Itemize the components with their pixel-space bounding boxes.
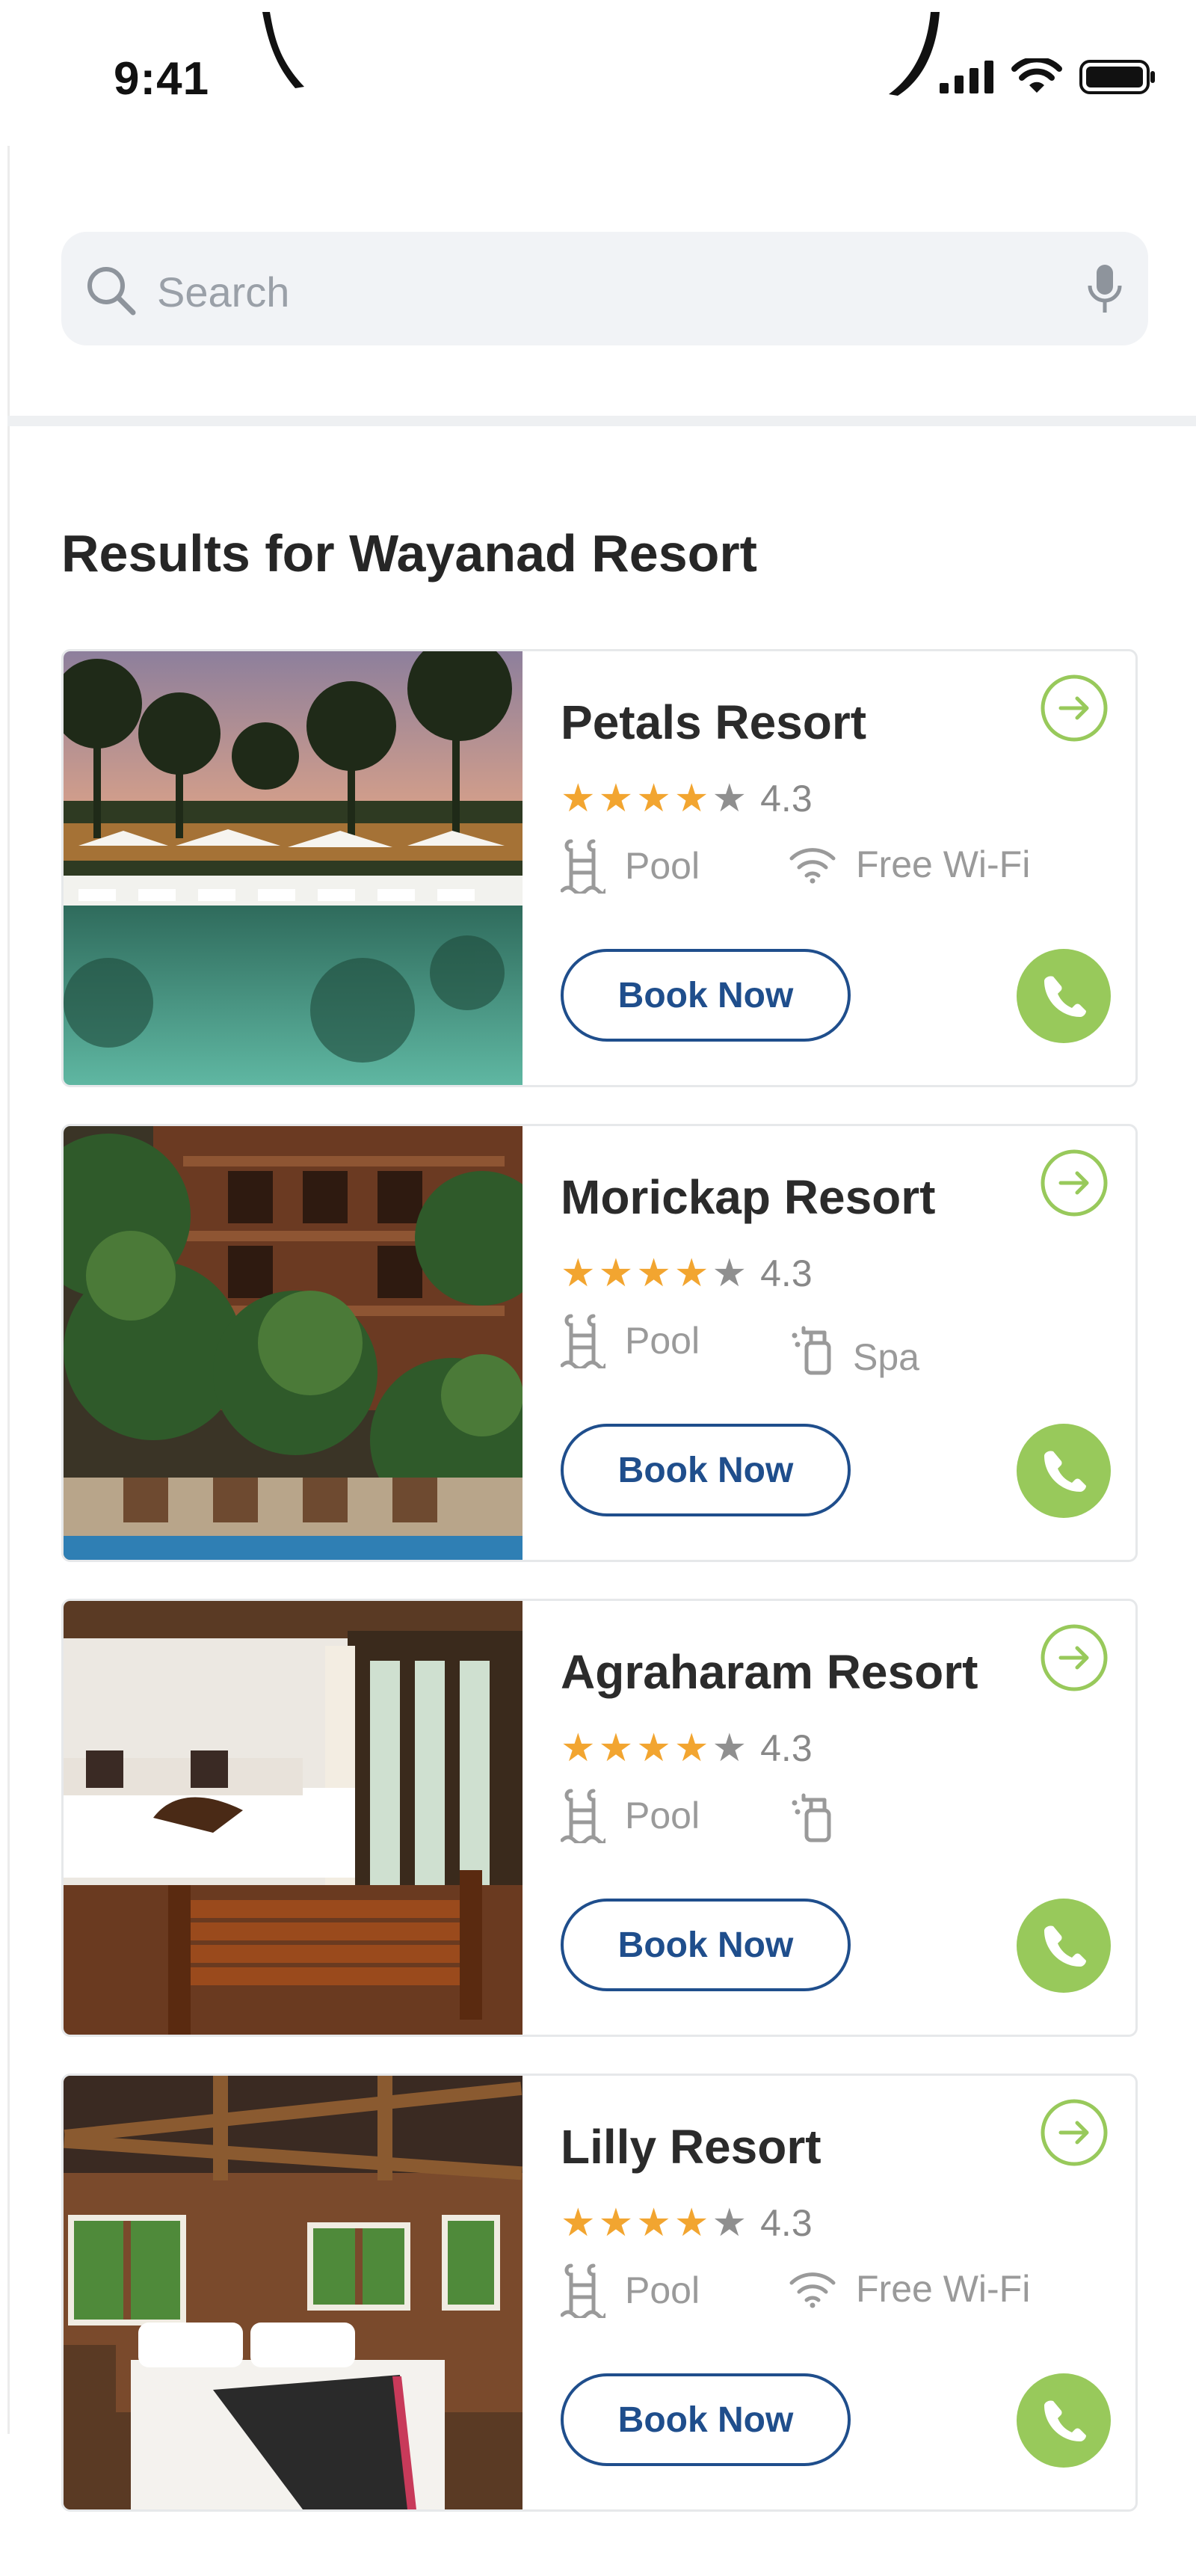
rating: ★ ★ ★ ★ ★ 4.3 [561,1727,813,1770]
wifi-icon [1011,58,1062,93]
star-filled-icon: ★ [598,1727,634,1770]
rating-value: 4.3 [760,2202,813,2244]
search-icon [87,267,136,316]
resort-card[interactable]: Lilly Resort ★ ★ ★ ★ ★ 4.3 Pool Free Wi-… [61,2074,1138,2512]
call-button[interactable] [1017,1899,1111,1993]
amenity-pool: Pool [561,1788,700,1843]
wifi-icon [789,848,836,884]
book-now-button[interactable]: Book Now [561,1424,851,1516]
wifi-icon [789,2272,836,2308]
star-filled-icon: ★ [561,2201,596,2245]
book-now-button[interactable]: Book Now [561,1899,851,1991]
amenity-spa: Spa [789,1318,919,1379]
star-filled-icon: ★ [636,1727,671,1770]
page-edge [7,146,10,2434]
arrow-right-icon[interactable] [1040,1623,1109,1692]
rating-value: 4.3 [760,778,813,820]
star-filled-icon: ★ [673,2201,709,2245]
book-now-button[interactable]: Book Now [561,2373,851,2466]
amenity-label: Pool [625,2269,700,2311]
amenity-label: Spa [853,1336,919,1378]
resort-name[interactable]: Agraharam Resort [561,1644,978,1700]
resort-photo [64,1601,523,2035]
pool-ladder-icon [561,2263,605,2318]
amenity-pool: Pool [561,1313,700,1368]
amenity-label: Free Wi-Fi [856,2268,1031,2310]
star-filled-icon: ★ [561,1252,596,1295]
amenity-label: Pool [625,1320,700,1362]
star-empty-icon: ★ [712,1727,748,1770]
amenity-label: Pool [625,1795,700,1836]
call-button[interactable] [1017,949,1111,1043]
signal-icon [940,61,993,93]
search-placeholder: Search [157,268,290,316]
amenity-label: Pool [625,845,700,887]
star-filled-icon: ★ [673,777,709,820]
spa-icon [792,1326,831,1375]
call-button[interactable] [1017,2373,1111,2468]
star-empty-icon: ★ [712,2201,748,2245]
resort-photo [64,1126,523,1560]
rating: ★ ★ ★ ★ ★ 4.3 [561,1252,813,1295]
spa-icon [792,1793,831,1842]
rating-value: 4.3 [760,1252,813,1294]
star-filled-icon: ★ [561,1727,596,1770]
amenity-wifi: Free Wi-Fi [789,843,1030,886]
notch-curve-right [889,12,940,96]
pool-ladder-icon [561,1789,605,1843]
status-icons [938,58,1156,96]
resort-name[interactable]: Morickap Resort [561,1169,935,1225]
resort-photo [64,2076,523,2509]
arrow-right-icon[interactable] [1040,674,1109,743]
rating: ★ ★ ★ ★ ★ 4.3 [561,777,813,820]
star-filled-icon: ★ [673,1252,709,1295]
star-filled-icon: ★ [561,777,596,820]
star-empty-icon: ★ [712,1252,748,1295]
resort-name[interactable]: Lilly Resort [561,2119,822,2174]
phone-icon [1044,2400,1086,2441]
star-filled-icon: ★ [636,1252,671,1295]
resort-photo [64,651,523,1085]
phone-icon [1044,976,1086,1017]
resort-card[interactable]: Agraharam Resort ★ ★ ★ ★ ★ 4.3 Pool Book… [61,1599,1138,2037]
pool-ladder-icon [561,839,605,894]
notch-curve-left [262,12,304,88]
resort-name[interactable]: Petals Resort [561,695,866,750]
results-title: Results for Wayanad Resort [61,524,757,582]
star-filled-icon: ★ [598,777,634,820]
arrow-right-icon[interactable] [1040,2098,1109,2167]
section-divider [7,416,1196,426]
phone-icon [1044,1925,1086,1967]
star-filled-icon: ★ [636,2201,671,2245]
resort-card[interactable]: Petals Resort ★ ★ ★ ★ ★ 4.3 Pool Free Wi… [61,649,1138,1087]
rating: ★ ★ ★ ★ ★ 4.3 [561,2201,813,2245]
amenity-spa [789,1788,853,1843]
star-filled-icon: ★ [598,2201,634,2245]
status-time: 9:41 [114,53,210,105]
book-now-button[interactable]: Book Now [561,949,851,1042]
call-button[interactable] [1017,1424,1111,1518]
phone-icon [1044,1451,1086,1492]
star-filled-icon: ★ [673,1727,709,1770]
amenity-label: Free Wi-Fi [856,843,1031,885]
star-empty-icon: ★ [712,777,748,820]
status-bar: 9:41 [0,0,1196,146]
star-filled-icon: ★ [636,777,671,820]
pool-ladder-icon [561,1314,605,1368]
rating-value: 4.3 [760,1727,813,1769]
mic-icon[interactable] [1084,262,1126,317]
search-input[interactable]: Search [61,232,1148,345]
resort-card[interactable]: Morickap Resort ★ ★ ★ ★ ★ 4.3 Pool Spa B… [61,1124,1138,1562]
amenity-wifi: Free Wi-Fi [789,2267,1030,2311]
star-filled-icon: ★ [598,1252,634,1295]
arrow-right-icon[interactable] [1040,1149,1109,1217]
amenity-pool: Pool [561,838,700,894]
amenity-pool: Pool [561,2263,700,2318]
battery-icon [1079,60,1155,94]
